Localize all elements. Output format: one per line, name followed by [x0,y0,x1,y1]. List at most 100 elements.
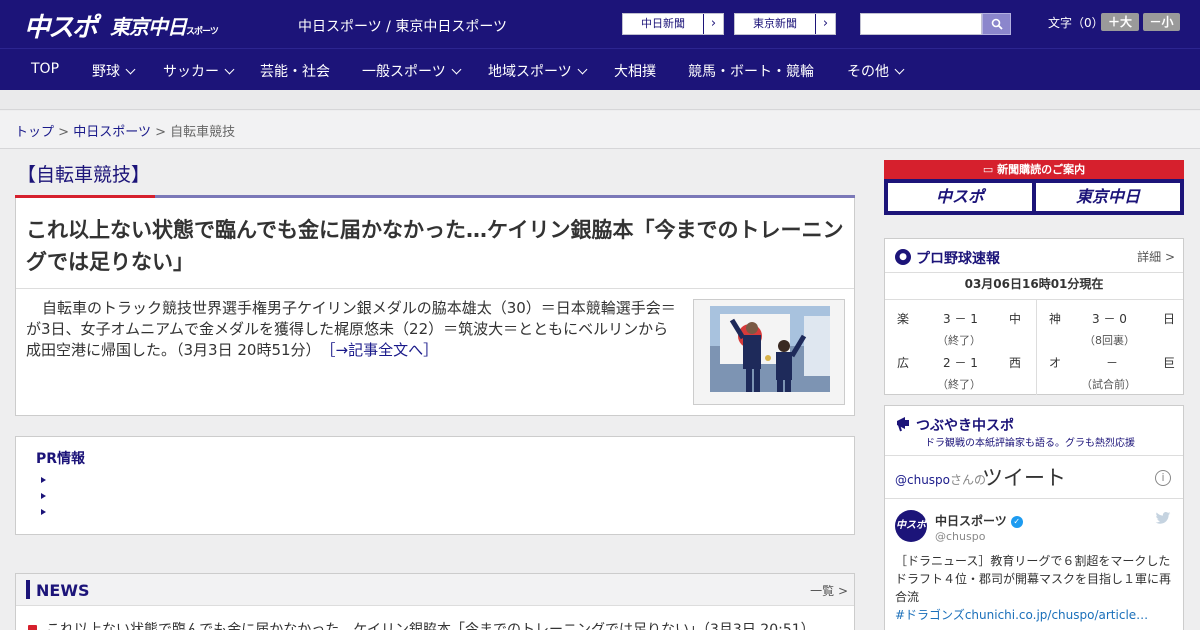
twitter-bird-icon[interactable] [1155,512,1171,524]
nav-label: 一般スポーツ [362,64,446,80]
main-nav: TOP 野球 サッカー 芸能・社会 一般スポーツ 地域スポーツ 大相撲 競馬・ボ… [0,48,1200,90]
team-home: 神 [1049,312,1062,326]
chevron-down-icon [125,64,136,74]
tweet-link[interactable]: #ドラゴンズchunichi.co.jp/chuspo/article… [895,608,1148,622]
tokyo-chunichi-logo-text: 東京中日 [110,15,187,39]
section-header: 【自転車競技】 [15,160,855,198]
newspaper-icon: ▭ [982,163,998,176]
game-status: （終了） [937,334,981,347]
bullet-icon [41,493,46,499]
baseball-icon: ● [895,249,911,265]
twitter-san: さんの [950,473,987,487]
baseball-title: プロ野球速報 [916,251,1000,267]
news-item[interactable]: これ以上ない状態で臨んでも金に届かなかった…ケイリン銀脇本「今までのトレーニング… [46,619,815,630]
breadcrumb-section[interactable]: 中日スポーツ [73,125,151,140]
team-away: 中 [1009,312,1022,326]
team-home: 楽 [897,312,910,326]
twitter-timeline-heading: @chuspoさんの [895,471,986,488]
search-input[interactable] [860,13,982,35]
nav-entertainment[interactable]: 芸能・社会 [260,61,330,81]
chevron-down-icon [224,64,235,74]
tweet-author[interactable]: 中日スポーツ ✓ [935,512,1023,529]
game-status: （8回裏） [1084,334,1135,347]
nav-racing[interactable]: 競馬・ボート・競輪 [688,61,814,81]
chevron-down-icon [577,64,588,74]
twitter-title: つぶやき中スポ [916,418,1014,434]
article-photo[interactable] [693,299,845,405]
subscription-label: ▭ 新聞購読のご案内 [884,160,1184,179]
article-headline[interactable]: これ以上ない状態で臨んでも金に届かなかった…ケイリン銀脇本「今までのトレーニング… [26,214,846,278]
font-decrease-button[interactable]: －小 [1143,13,1180,31]
subscription-banner: ▭ 新聞購読のご案内 中スポ 東京中日 [884,160,1184,215]
info-icon[interactable]: i [1155,470,1171,486]
nav-label: 地域スポーツ [488,64,572,80]
chunichi-shimbun-link[interactable]: 中日新聞 › [622,13,724,35]
read-more-link[interactable]: ［→記事全文へ］ [328,341,438,359]
tokyo-chunichi-logo-small: スポーツ [186,27,219,37]
chevron-right-icon: › [815,14,835,34]
font-increase-button[interactable]: ＋大 [1101,13,1139,31]
team-away: 巨 [1163,356,1176,370]
team-away: 日 [1163,312,1176,326]
divider [885,498,1183,499]
game-score[interactable]: 2 － 1 [943,354,978,371]
nav-label: 大相撲 [614,64,656,80]
nav-other[interactable]: その他 [847,61,905,81]
site-tagline: 中日スポーツ / 東京中日スポーツ [298,19,508,35]
twitter-widget: つぶやき中スポ ドラ観戦の本紙評論家も語る。グラも熱烈応援 @chuspoさんの… [884,405,1184,630]
chevron-right-icon: › [703,14,723,34]
chuspo-logo[interactable]: 中スポ [24,7,98,44]
nav-label: サッカー [163,64,219,80]
tokyo-chunichi-logo[interactable]: 東京中日スポーツ [110,11,219,40]
subscription-label-text: 新聞購読のご案内 [997,163,1086,176]
tweet-body: ［ドラニュース］教育リーグで６割超をマークしたドラフト４位・郡司が開幕マスクを目… [895,554,1172,604]
news-marker [26,580,30,599]
tweet-handle[interactable]: @chuspo [935,530,985,543]
team-away: 西 [1009,356,1022,370]
chevron-down-icon [451,64,462,74]
game-score[interactable]: 3 － 0 [1092,310,1127,327]
subscribe-chuspo-button[interactable]: 中スポ [888,183,1032,211]
nav-label: その他 [847,64,889,80]
nav-general-sports[interactable]: 一般スポーツ [362,61,462,81]
breadcrumb-current: 自転車競技 [170,125,236,140]
news-more-link[interactable]: 一覧 > [810,582,848,599]
nav-label: 芸能・社会 [260,64,330,80]
baseball-detail-link[interactable]: 詳細 > [1137,248,1175,265]
search-button[interactable] [982,13,1011,35]
baseball-timestamp: 03月06日16時01分現在 [964,277,1104,291]
pr-title: PR情報 [36,451,86,467]
photo-image [710,306,830,392]
twitter-account-link[interactable]: @chuspo [895,473,950,487]
nav-baseball[interactable]: 野球 [92,61,136,81]
verified-icon: ✓ [1010,516,1023,528]
pr-box: PR情報 [15,436,855,535]
game-score[interactable]: － [1106,354,1118,371]
avatar[interactable]: 中スポ [895,510,927,542]
nav-label: 競馬・ボート・競輪 [688,64,814,80]
nav-sumo[interactable]: 大相撲 [614,61,656,81]
nav-top[interactable]: TOP [31,61,59,77]
game-score[interactable]: 3 － 1 [943,310,978,327]
chevron-down-icon [894,64,905,74]
tokyo-shimbun-link[interactable]: 東京新聞 › [734,13,836,35]
tweet-author-name: 中日スポーツ [935,514,1007,528]
site-header: 中スポ 東京中日スポーツ 中日スポーツ / 東京中日スポーツ 中日新聞 › 東京… [0,0,1200,48]
baseball-header: ● プロ野球速報 詳細 > [885,239,1183,273]
breadcrumb: トップ > 中日スポーツ > 自転車競技 [0,111,1200,149]
article-summary: 自転車のトラック競技世界選手権男子ケイリン銀メダルの脇本雄太（30）＝日本競輪選… [26,298,676,361]
search-icon [991,18,1003,30]
twitter-subtitle: ドラ観戦の本紙評論家も語る。グラも熱烈応援 [925,438,1135,449]
divider [16,288,854,289]
bullet-icon [41,477,46,483]
nav-local-sports[interactable]: 地域スポーツ [488,61,588,81]
breadcrumb-top[interactable]: トップ [15,125,54,140]
nav-label: 野球 [92,64,120,80]
breadcrumb-separator: > [58,125,70,140]
divider [1036,299,1037,395]
tweet-text: ［ドラニュース］教育リーグで６割超をマークしたドラフト４位・郡司が開幕マスクを目… [895,552,1177,624]
game-status: （試合前） [1081,378,1136,391]
subscribe-tokyo-chunichi-button[interactable]: 東京中日 [1036,183,1180,211]
news-box: NEWS 一覧 > これ以上ない状態で臨んでも金に届かなかった…ケイリン銀脇本「… [15,573,855,630]
nav-soccer[interactable]: サッカー [163,61,235,81]
